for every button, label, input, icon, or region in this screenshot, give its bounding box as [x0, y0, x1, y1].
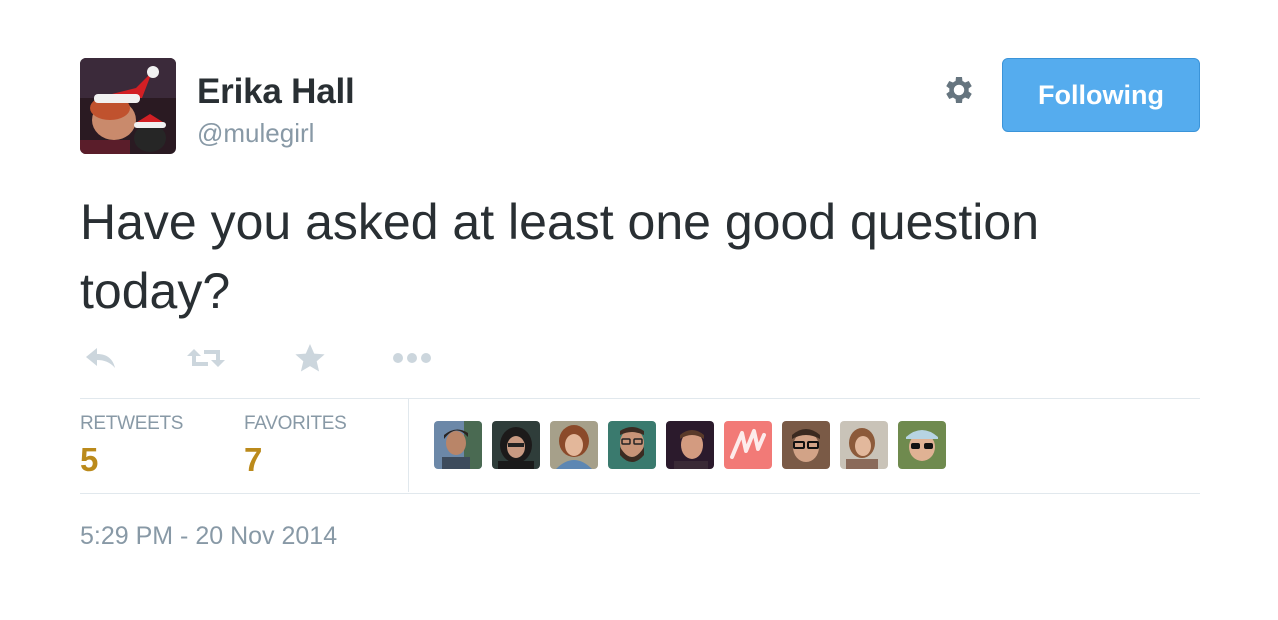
tweet-timestamp[interactable]: 5:29 PM - 20 Nov 2014 [80, 522, 337, 551]
star-icon [294, 343, 326, 373]
reply-icon [84, 345, 118, 371]
gear-icon [941, 72, 977, 113]
avatar-image [666, 421, 714, 469]
retweets-count: 5 [80, 441, 99, 478]
author-name[interactable]: Erika Hall [197, 72, 355, 112]
retweet-icon [186, 345, 226, 371]
settings-button[interactable] [939, 72, 979, 112]
user-avatar[interactable] [492, 421, 540, 469]
user-avatar[interactable] [434, 421, 482, 469]
user-avatar[interactable] [550, 421, 598, 469]
avatar-image [80, 58, 176, 154]
more-icon [392, 351, 432, 365]
more-button[interactable] [392, 340, 432, 376]
avatar-image [550, 421, 598, 469]
tweet-stats: RETWEETS 5 FAVORITES 7 [80, 398, 1200, 494]
user-avatar[interactable] [782, 421, 830, 469]
following-button[interactable]: Following [1002, 58, 1200, 132]
user-avatar[interactable] [666, 421, 714, 469]
user-avatar[interactable] [724, 421, 772, 469]
avatar-image [492, 421, 540, 469]
stats-divider [408, 399, 409, 492]
favorites-label: FAVORITES [244, 413, 347, 434]
retweet-button[interactable] [186, 340, 226, 376]
favorite-button[interactable] [294, 340, 326, 376]
favorited-by-avatars [434, 421, 956, 469]
avatar-image [782, 421, 830, 469]
user-avatar[interactable] [898, 421, 946, 469]
avatar-image [608, 421, 656, 469]
tweet-text: Have you asked at least one good questio… [80, 194, 1040, 319]
favorites-count: 7 [244, 441, 263, 478]
avatar-image [840, 421, 888, 469]
author-avatar[interactable] [80, 58, 176, 154]
avatar-image [724, 421, 772, 469]
tweet-card: Erika Hall @mulegirl Following Have you … [80, 58, 1200, 558]
favorites-stat[interactable]: FAVORITES 7 [244, 413, 347, 479]
reply-button[interactable] [84, 340, 118, 376]
user-avatar[interactable] [608, 421, 656, 469]
avatar-image [434, 421, 482, 469]
retweets-stat[interactable]: RETWEETS 5 [80, 413, 183, 479]
tweet-header: Erika Hall @mulegirl Following [80, 58, 1200, 158]
author-handle[interactable]: @mulegirl [197, 118, 314, 149]
retweets-label: RETWEETS [80, 413, 184, 434]
user-avatar[interactable] [840, 421, 888, 469]
avatar-image [898, 421, 946, 469]
